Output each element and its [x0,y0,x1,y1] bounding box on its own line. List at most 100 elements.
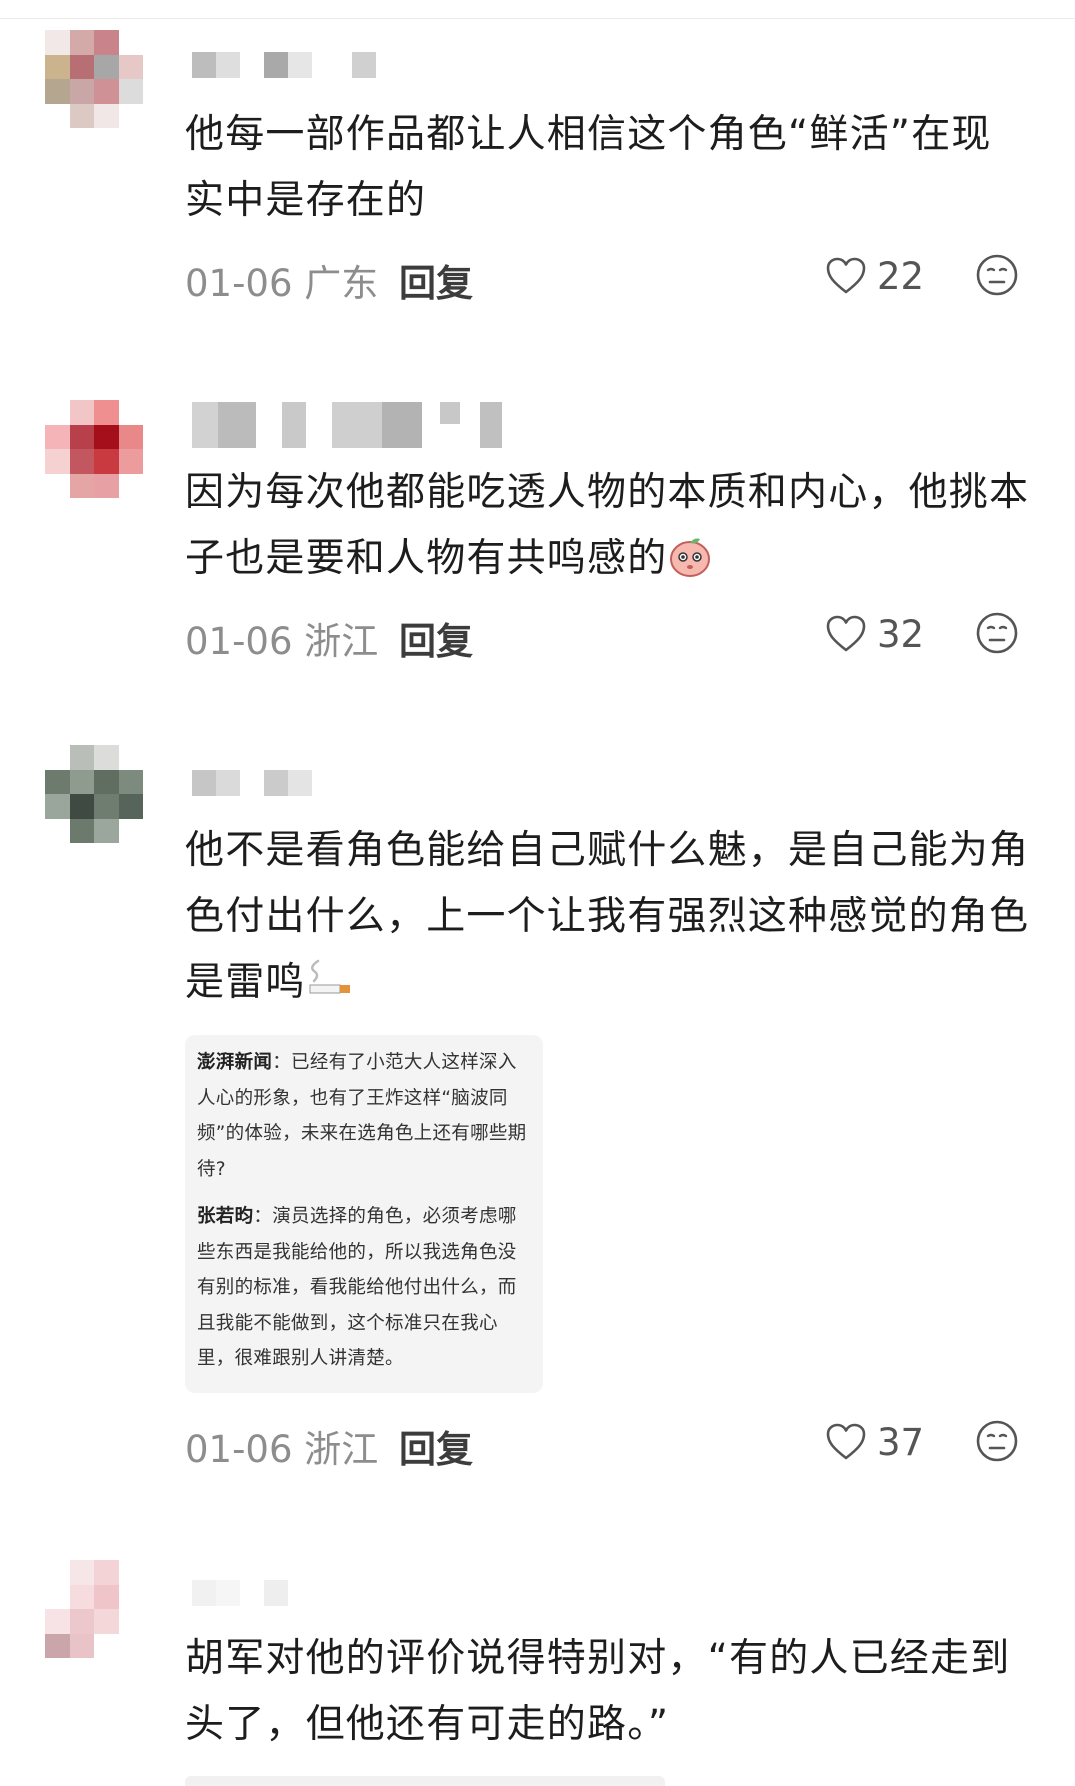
avatar-pixel [94,769,119,794]
comment-date: 01-06 浙江 [185,620,379,663]
cigarette-emoji-icon [309,959,350,994]
avatar-pixel [94,745,119,770]
avatar-pixel [118,30,143,55]
quote-answer: 张若昀：演员选择的角色，必须考虑哪些东西是我能给他的，所以我选角色没有别的标准，… [197,1206,517,1369]
quote-answer-text: 演员选择的角色，必须考虑哪些东西是我能给他的，所以我选角色没有别的标准，看我能给… [197,1206,517,1369]
avatar-pixel [118,79,143,104]
avatar-pixel [69,54,94,79]
like-button[interactable]: 22 [825,251,955,301]
avatar-pixel [45,424,70,449]
avatar-pixel [69,30,94,55]
quoted-article-card[interactable]: 澎湃新闻：已经有了小范大人这样深入人心的形象，也有了王炸这样“脑波同频”的体验，… [185,1035,543,1393]
avatar-pixel [45,1584,70,1609]
avatar-pixel [45,103,70,128]
avatar-pixel [45,794,70,819]
avatar-pixel [94,449,119,474]
avatar-pixel [69,794,94,819]
reply-button[interactable]: 回复 [399,1419,473,1473]
avatar-pixel [118,400,143,425]
comment-meta: 01-06 浙江 回复 32 [185,605,1035,665]
avatar-pixel [94,1609,119,1634]
avatar-pixel [69,473,94,498]
username-blurred[interactable] [192,1580,288,1608]
dislike-face-icon[interactable] [975,253,1019,297]
avatar-pixel [69,424,94,449]
avatar-pixel [45,769,70,794]
avatar-pixel [118,1560,143,1585]
avatar-pixel [94,473,119,498]
avatar-pixel [45,1609,70,1634]
avatar-pixel [69,1584,94,1609]
avatar-pixel [69,1633,94,1658]
avatar-pixel [94,79,119,104]
quote-question-speaker: 澎湃新闻 [197,1052,273,1073]
avatar-pixel [94,1633,119,1658]
comment-meta: 01-06 广东 回复 22 [185,247,1035,307]
avatar-pixel [118,818,143,843]
dislike-face-icon[interactable] [975,1419,1019,1463]
like-button[interactable]: 32 [825,609,955,659]
avatar-pixel [118,103,143,128]
avatar-pixel [69,745,94,770]
avatar-pixel [45,30,70,55]
reply-button[interactable]: 回复 [399,253,473,307]
avatar-pixel [94,1560,119,1585]
avatar-pixel [94,424,119,449]
like-button[interactable]: 37 [825,1417,955,1467]
avatar[interactable] [45,1560,143,1658]
avatar-pixel [118,769,143,794]
username-blurred[interactable] [192,52,376,80]
avatar-pixel [69,1560,94,1585]
avatar-pixel [45,449,70,474]
reply-button[interactable]: 回复 [399,611,473,665]
comment-text: 因为每次他都能吃透人物的本质和内心，他挑本子也是要和人物有共鸣感的 [185,470,1030,581]
avatar-pixel [69,449,94,474]
avatar-pixel [118,54,143,79]
avatar[interactable] [45,400,143,498]
quote-question: 澎湃新闻：已经有了小范大人这样深入人心的形象，也有了王炸这样“脑波同频”的体验，… [197,1052,527,1180]
avatar-pixel [118,424,143,449]
avatar-pixel [45,1633,70,1658]
like-count: 37 [877,1420,925,1464]
avatar-pixel [94,400,119,425]
avatar[interactable] [45,745,143,843]
heart-icon [826,1423,866,1460]
avatar-pixel [118,1633,143,1658]
comment-text: 他每一部作品都让人相信这个角色“鲜活”在现实中是存在的 [185,112,992,223]
avatar-pixel [45,79,70,104]
avatar-pixel [69,1609,94,1634]
comment-text: 他不是看角色能给自己赋什么魅，是自己能为角色付出什么，上一个让我有强烈这种感觉的… [185,828,1030,1005]
username-blurred[interactable] [192,402,502,448]
like-count: 32 [877,612,925,656]
avatar-pixel [69,769,94,794]
quote-answer-speaker: 张若昀 [197,1206,254,1227]
top-divider [0,18,1075,19]
like-count: 22 [877,254,925,298]
avatar-pixel [118,1609,143,1634]
avatar-pixel [118,794,143,819]
heart-icon [826,257,866,294]
avatar-pixel [69,400,94,425]
avatar-pixel [118,449,143,474]
comment-meta: 01-06 浙江 回复 37 [185,1413,1035,1473]
avatar-pixel [118,473,143,498]
avatar-pixel [94,30,119,55]
peach-face-emoji-icon [670,538,711,577]
avatar-pixel [94,818,119,843]
avatar-pixel [45,818,70,843]
avatar-pixel [45,1560,70,1585]
avatar-pixel [118,1584,143,1609]
avatar-pixel [69,79,94,104]
comment-date: 01-06 浙江 [185,1428,379,1471]
next-card-edge [185,1776,665,1786]
avatar-pixel [118,745,143,770]
avatar-pixel [45,473,70,498]
avatar-pixel [45,400,70,425]
avatar-pixel [69,818,94,843]
heart-icon [826,615,866,652]
username-blurred[interactable] [192,770,312,798]
avatar[interactable] [45,30,143,128]
avatar-pixel [94,103,119,128]
dislike-face-icon[interactable] [975,611,1019,655]
avatar-pixel [45,54,70,79]
